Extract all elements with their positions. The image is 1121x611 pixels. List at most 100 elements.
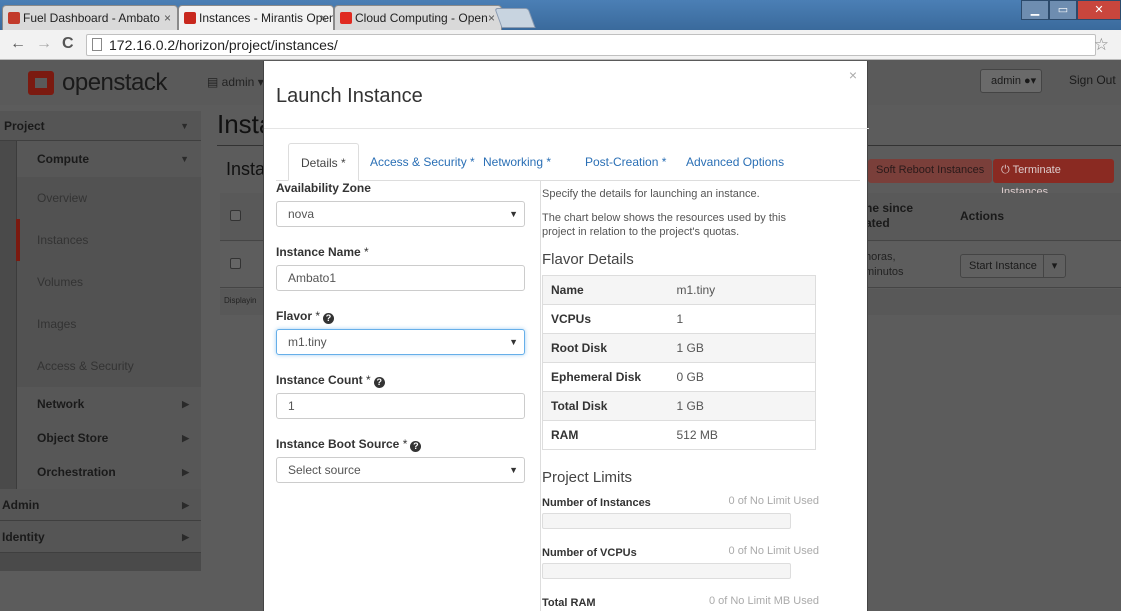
tab-details[interactable]: Details * xyxy=(288,143,359,181)
table-footer-text: Displayin xyxy=(224,296,257,305)
required-mark: * xyxy=(364,245,369,259)
forward-button[interactable]: → xyxy=(36,35,52,53)
sidebar-item-access-security[interactable]: Access & Security xyxy=(16,345,201,387)
availability-zone-label: Availability Zone xyxy=(276,181,371,195)
openstack-logo[interactable]: openstack xyxy=(28,69,167,97)
start-instance-button[interactable]: Start Instance ▾ xyxy=(960,254,1066,278)
limit-name: Total RAM xyxy=(542,597,596,609)
instance-name-input[interactable]: Ambato1 xyxy=(276,265,525,291)
youtube-favicon-icon xyxy=(340,12,352,24)
tab-close-icon[interactable]: × xyxy=(488,6,495,30)
flavor-details-table: Name m1.tiny VCPUs 1 Root Disk 1 GB Ephemer… xyxy=(542,275,816,450)
required-mark: * xyxy=(366,373,371,387)
sidebar-identity[interactable]: Identity ▶ xyxy=(0,521,201,553)
sidebar: Project ▼ Compute ▼ Overview Instances Vol… xyxy=(0,111,201,571)
sidebar-orchestration[interactable]: Orchestration ▶ xyxy=(16,455,201,489)
address-bar: ← → C 172.16.0.2/horizon/project/instanc… xyxy=(0,30,1121,60)
close-icon[interactable]: × xyxy=(849,67,857,83)
flavor-value: m1.tiny xyxy=(288,335,327,349)
project-limits-title: Project Limits xyxy=(542,469,633,486)
new-tab-button[interactable] xyxy=(494,8,536,28)
sidebar-item-label: Access & Security xyxy=(37,359,134,373)
tab-post-creation[interactable]: Post-Creation * xyxy=(573,143,678,181)
browser-tab-bar: Fuel Dashboard - Ambato × Instances - Mi… xyxy=(0,0,1121,30)
url-input[interactable]: 172.16.0.2/horizon/project/instances/ xyxy=(86,34,1096,56)
col-actions: Actions xyxy=(960,209,1005,223)
details-help-panel: Specify the details for launching an ins… xyxy=(540,181,860,611)
help-icon[interactable]: ? xyxy=(323,313,335,324)
tab-title: Instances - Mirantis Open xyxy=(199,11,334,25)
restore-button[interactable]: ▭ xyxy=(1049,0,1077,20)
help-icon[interactable]: ? xyxy=(373,377,385,388)
boot-source-select[interactable]: Select source ▼ xyxy=(276,457,525,483)
sidebar-admin[interactable]: Admin ▶ xyxy=(0,489,201,521)
fuel-favicon-icon xyxy=(8,12,20,24)
sidebar-item-overview[interactable]: Overview xyxy=(16,177,201,219)
chevron-right-icon: ▶ xyxy=(182,433,189,443)
sidebar-item-label: Volumes xyxy=(37,275,84,289)
user-icon: ●▾ xyxy=(1024,75,1037,87)
tab-access-security[interactable]: Access & Security * xyxy=(358,143,487,181)
instance-name-label: Instance Name * xyxy=(276,245,369,259)
table-row: RAM 512 MB xyxy=(542,420,816,450)
chevron-down-icon: ▼ xyxy=(509,209,518,219)
sidebar-item-instances[interactable]: Instances xyxy=(16,219,201,261)
browser-tab-instances[interactable]: Instances - Mirantis Open × xyxy=(178,5,334,30)
url-text: 172.16.0.2/horizon/project/instances/ xyxy=(109,37,338,53)
modal-header: Launch Instance × xyxy=(264,61,869,129)
tab-networking[interactable]: Networking * xyxy=(471,143,563,181)
sidebar-item-images[interactable]: Images xyxy=(16,303,201,345)
start-instance-label: Start Instance xyxy=(969,260,1037,272)
launch-instance-modal: Launch Instance × Details * Access & Sec… xyxy=(263,61,869,611)
limit-vcpus: Number of VCPUs 0 of No Limit Used xyxy=(542,545,819,579)
instance-count-label: Instance Count *? xyxy=(276,373,385,388)
user-menu[interactable]: admin ●▾ xyxy=(980,69,1042,93)
tab-close-icon[interactable]: × xyxy=(320,6,327,30)
flavor-value: 1 xyxy=(668,304,816,334)
reload-button[interactable]: C xyxy=(62,35,74,53)
help-icon[interactable]: ? xyxy=(410,441,422,452)
tab-close-icon[interactable]: × xyxy=(164,6,171,30)
sidebar-project[interactable]: Project ▼ xyxy=(0,111,201,141)
sidebar-compute[interactable]: Compute ▼ xyxy=(16,141,201,177)
flavor-label-text: Flavor xyxy=(276,309,313,323)
sidebar-item-volumes[interactable]: Volumes xyxy=(16,261,201,303)
availability-zone-select[interactable]: nova ▼ xyxy=(276,201,525,227)
page-icon xyxy=(92,38,102,51)
browser-tab-fuel[interactable]: Fuel Dashboard - Ambato × xyxy=(2,5,178,30)
sidebar-item-label: Overview xyxy=(37,191,88,205)
sidebar-network[interactable]: Network ▶ xyxy=(16,387,201,421)
flavor-value: 512 MB xyxy=(668,420,816,450)
close-window-button[interactable]: ✕ xyxy=(1077,0,1121,20)
browser-tab-cloud[interactable]: Cloud Computing - Open × xyxy=(334,5,502,30)
power-icon: ⏻ xyxy=(1001,164,1013,176)
sidebar-compute-label: Compute xyxy=(37,152,89,166)
tab-advanced-options[interactable]: Advanced Options xyxy=(674,143,796,181)
sidebar-admin-label: Admin xyxy=(2,498,40,512)
select-all-checkbox[interactable] xyxy=(230,210,241,221)
limit-used: 0 of No Limit Used xyxy=(728,495,819,507)
flavor-select[interactable]: m1.tiny ▼ xyxy=(276,329,525,355)
project-selector[interactable]: ▤ admin ▾ xyxy=(207,75,264,89)
flavor-key: Root Disk xyxy=(542,333,669,363)
limit-name: Number of VCPUs xyxy=(542,547,637,559)
sidebar-object-store-label: Object Store xyxy=(37,431,109,445)
sidebar-item-label: Instances xyxy=(37,233,89,247)
flavor-value: m1.tiny xyxy=(668,275,816,305)
flavor-key: VCPUs xyxy=(542,304,669,334)
row-checkbox[interactable] xyxy=(230,258,241,269)
terminate-button[interactable]: ⏻ Terminate Instances xyxy=(993,159,1114,198)
sidebar-object-store[interactable]: Object Store ▶ xyxy=(16,421,201,455)
chevron-down-icon[interactable]: ▾ xyxy=(1043,255,1065,277)
bookmark-star-icon[interactable]: ☆ xyxy=(1094,35,1109,55)
sign-out-link[interactable]: Sign Out xyxy=(1069,73,1116,87)
modal-tabs: Details * Access & Security * Networking… xyxy=(276,143,860,181)
soft-reboot-button[interactable]: Soft Reboot Instances xyxy=(868,159,993,183)
instance-count-input[interactable]: 1 xyxy=(276,393,525,419)
chevron-right-icon: ▶ xyxy=(182,532,189,542)
back-button[interactable]: ← xyxy=(10,35,26,53)
minimize-button[interactable]: ▁ xyxy=(1021,0,1049,20)
limit-ram: Total RAM 0 of No Limit MB Used xyxy=(542,595,819,609)
table-row: Name m1.tiny xyxy=(542,275,816,305)
col-time-since-created[interactable]: ne since ated xyxy=(865,201,935,231)
